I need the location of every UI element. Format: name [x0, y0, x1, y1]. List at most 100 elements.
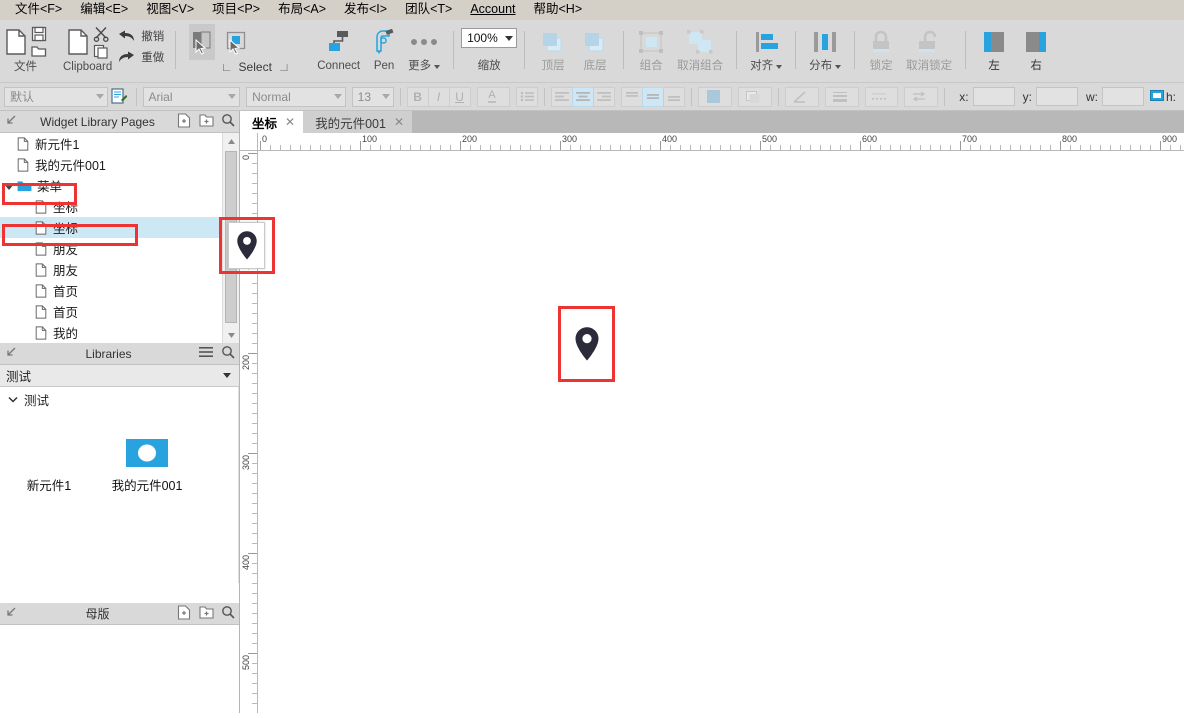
clipboard-group[interactable]: Clipboard [59, 20, 116, 82]
tab-zuobiao[interactable]: 坐标 ✕ [240, 111, 303, 133]
valign-top-button[interactable] [621, 87, 643, 107]
redo-button[interactable]: 重做 [118, 49, 164, 65]
search-libraries-icon[interactable] [217, 345, 239, 362]
copy-icon[interactable] [93, 44, 109, 59]
zoom-select[interactable]: 100% [461, 28, 517, 48]
search-masters-icon[interactable] [217, 605, 239, 622]
bold-button[interactable]: B [407, 87, 429, 107]
widget-item[interactable]: 新元件1 [0, 433, 98, 494]
ruler-tick [270, 145, 271, 150]
tree-row-label: 首页 [53, 281, 78, 300]
arrow-style-button[interactable] [904, 87, 938, 107]
chevron-down-icon [223, 373, 231, 378]
valign-bottom-button[interactable] [663, 87, 685, 107]
valign-middle-button[interactable] [642, 87, 664, 107]
undo-button[interactable]: 撤销 [118, 28, 164, 44]
lock-aspect-ratio-button[interactable] [1150, 89, 1164, 105]
cut-scissors-icon[interactable] [93, 26, 110, 42]
tool-ungroup[interactable]: 取消组合 [671, 20, 729, 82]
map-pin-icon[interactable] [574, 326, 600, 362]
menu-view[interactable]: 视图<V> [137, 0, 203, 19]
line-width-button[interactable] [825, 87, 859, 107]
tool-more[interactable]: 更多 [402, 20, 446, 82]
tree-row-page[interactable]: 我的元件001 [0, 154, 239, 175]
x-input[interactable] [973, 87, 1015, 106]
menu-help[interactable]: 帮助<H> [525, 0, 592, 19]
tool-distribute[interactable]: 分布 [803, 20, 847, 82]
fill-color-button[interactable] [698, 87, 732, 107]
underline-button[interactable]: U [449, 87, 471, 107]
tool-bring-to-front[interactable]: 顶层 [532, 20, 574, 82]
horizontal-ruler[interactable]: 0100200300400500600700800900 [258, 133, 1184, 151]
w-input[interactable] [1102, 87, 1144, 106]
tool-connect[interactable]: Connect [311, 20, 366, 82]
page-icon [34, 263, 48, 277]
align-center-button[interactable] [572, 87, 594, 107]
ruler-tick [252, 163, 257, 164]
shadow-button[interactable] [738, 87, 772, 107]
tool-pen[interactable]: Pen [366, 20, 402, 82]
collapse-panel-icon[interactable] [0, 114, 22, 129]
tool-lock[interactable]: 锁定 [862, 20, 900, 82]
selected-widget-outline[interactable] [558, 306, 615, 382]
close-icon[interactable]: ✕ [285, 115, 295, 129]
font-size-select[interactable]: 13 [352, 87, 394, 107]
collapse-panel-icon[interactable] [0, 346, 22, 361]
libraries-menu-icon[interactable] [195, 346, 217, 361]
tab-my-widget-001[interactable]: 我的元件001 ✕ [303, 111, 412, 133]
tool-send-to-back[interactable]: 底层 [574, 20, 616, 82]
italic-button[interactable]: I [428, 87, 450, 107]
new-file-icon[interactable] [4, 28, 28, 56]
align-left-button[interactable] [551, 87, 573, 107]
add-master-icon[interactable] [173, 605, 195, 623]
bold-label: B [413, 90, 422, 104]
save-icon[interactable] [31, 26, 47, 42]
tool-toggle-right-panel[interactable]: 右 [1015, 20, 1057, 82]
tool-align[interactable]: 对齐 [744, 20, 788, 82]
widget-item[interactable]: 我的元件001 [98, 433, 196, 494]
font-weight-select[interactable]: Normal [246, 87, 346, 107]
menu-team[interactable]: 团队<T> [396, 0, 461, 19]
add-master-folder-icon[interactable] [195, 605, 217, 622]
style-select[interactable]: 默认 [4, 87, 108, 107]
tool-unlock[interactable]: 取消锁定 [900, 20, 958, 82]
style-editor-button[interactable] [108, 88, 130, 105]
tree-row-page[interactable]: 首页 [0, 280, 239, 301]
tool-toggle-left-panel[interactable]: 左 [973, 20, 1015, 82]
open-folder-icon[interactable] [31, 44, 47, 58]
tree-row-page[interactable]: 朋友 [0, 259, 239, 280]
search-pages-icon[interactable] [217, 113, 239, 130]
line-dash-button[interactable] [865, 87, 899, 107]
menu-publish[interactable]: 发布<I> [335, 0, 396, 19]
close-icon[interactable]: ✕ [394, 115, 404, 129]
canvas-surface[interactable] [258, 151, 1184, 713]
paste-icon[interactable] [66, 28, 90, 56]
font-color-button[interactable]: A [477, 87, 511, 107]
library-group-header[interactable]: 测试 [0, 387, 238, 411]
masters-list[interactable] [0, 625, 239, 713]
bullet-list-button[interactable] [516, 87, 538, 107]
collapse-panel-icon[interactable] [0, 606, 22, 621]
tree-row-page[interactable]: 我的 [0, 322, 239, 343]
scroll-down-arrow-icon[interactable] [223, 327, 239, 343]
add-page-icon[interactable] [173, 113, 195, 131]
ruler-label: 500 [762, 134, 777, 144]
add-folder-icon[interactable] [195, 113, 217, 130]
menu-layout[interactable]: 布局<A> [269, 0, 335, 19]
library-select[interactable]: 测试 [0, 365, 239, 387]
menu-edit[interactable]: 编辑<E> [71, 0, 137, 19]
scroll-up-arrow-icon[interactable] [223, 133, 239, 149]
tool-group[interactable]: 组合 [631, 20, 671, 82]
line-style-button[interactable] [785, 87, 819, 107]
file-group[interactable]: 文件 [0, 20, 51, 82]
ruler-tick [252, 493, 257, 494]
font-family-select[interactable]: Arial [143, 87, 241, 107]
tree-row-page[interactable]: 新元件1 [0, 133, 239, 154]
menu-file[interactable]: 文件<F> [6, 0, 71, 19]
align-right-button[interactable] [593, 87, 615, 107]
menu-project[interactable]: 项目<P> [203, 0, 269, 19]
y-input[interactable] [1036, 87, 1078, 106]
menu-account[interactable]: Account [461, 0, 524, 19]
tree-row-page[interactable]: 首页 [0, 301, 239, 322]
ruler-corner[interactable] [240, 133, 258, 151]
